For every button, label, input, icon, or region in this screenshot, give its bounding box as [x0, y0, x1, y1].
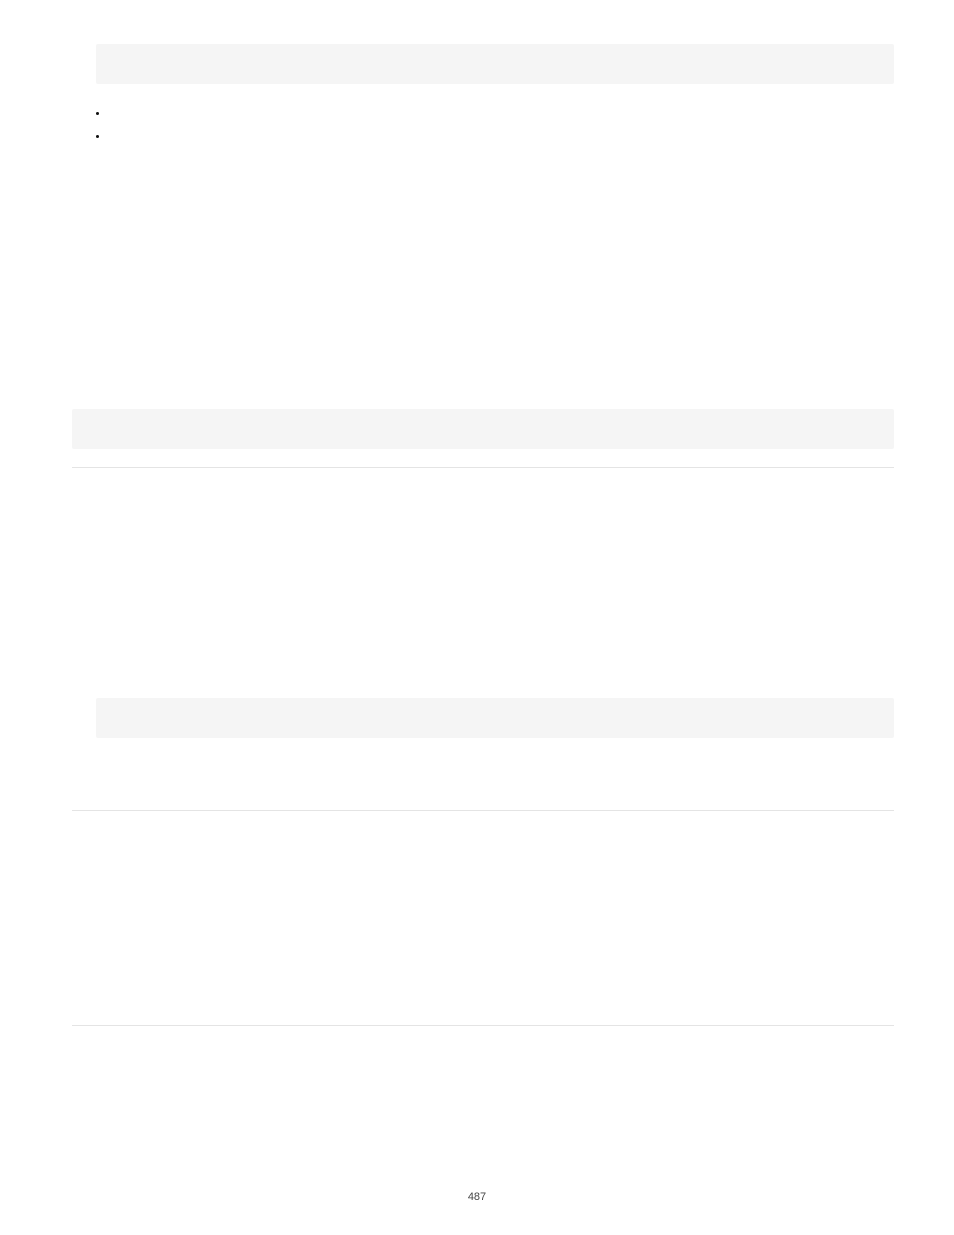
spacer	[72, 756, 894, 796]
spacer	[72, 149, 894, 369]
list-item	[108, 102, 894, 125]
spacer	[72, 688, 894, 698]
page-number: 487	[0, 1191, 954, 1203]
bullet-list	[96, 102, 894, 149]
code-block-1	[96, 44, 894, 84]
list-item	[108, 125, 894, 148]
divider	[72, 1025, 894, 1026]
spacer	[72, 811, 894, 1011]
spacer	[72, 468, 894, 688]
spacer	[72, 369, 894, 409]
page: 487	[0, 0, 954, 1235]
code-block-3	[96, 698, 894, 738]
code-block-2	[72, 409, 894, 449]
